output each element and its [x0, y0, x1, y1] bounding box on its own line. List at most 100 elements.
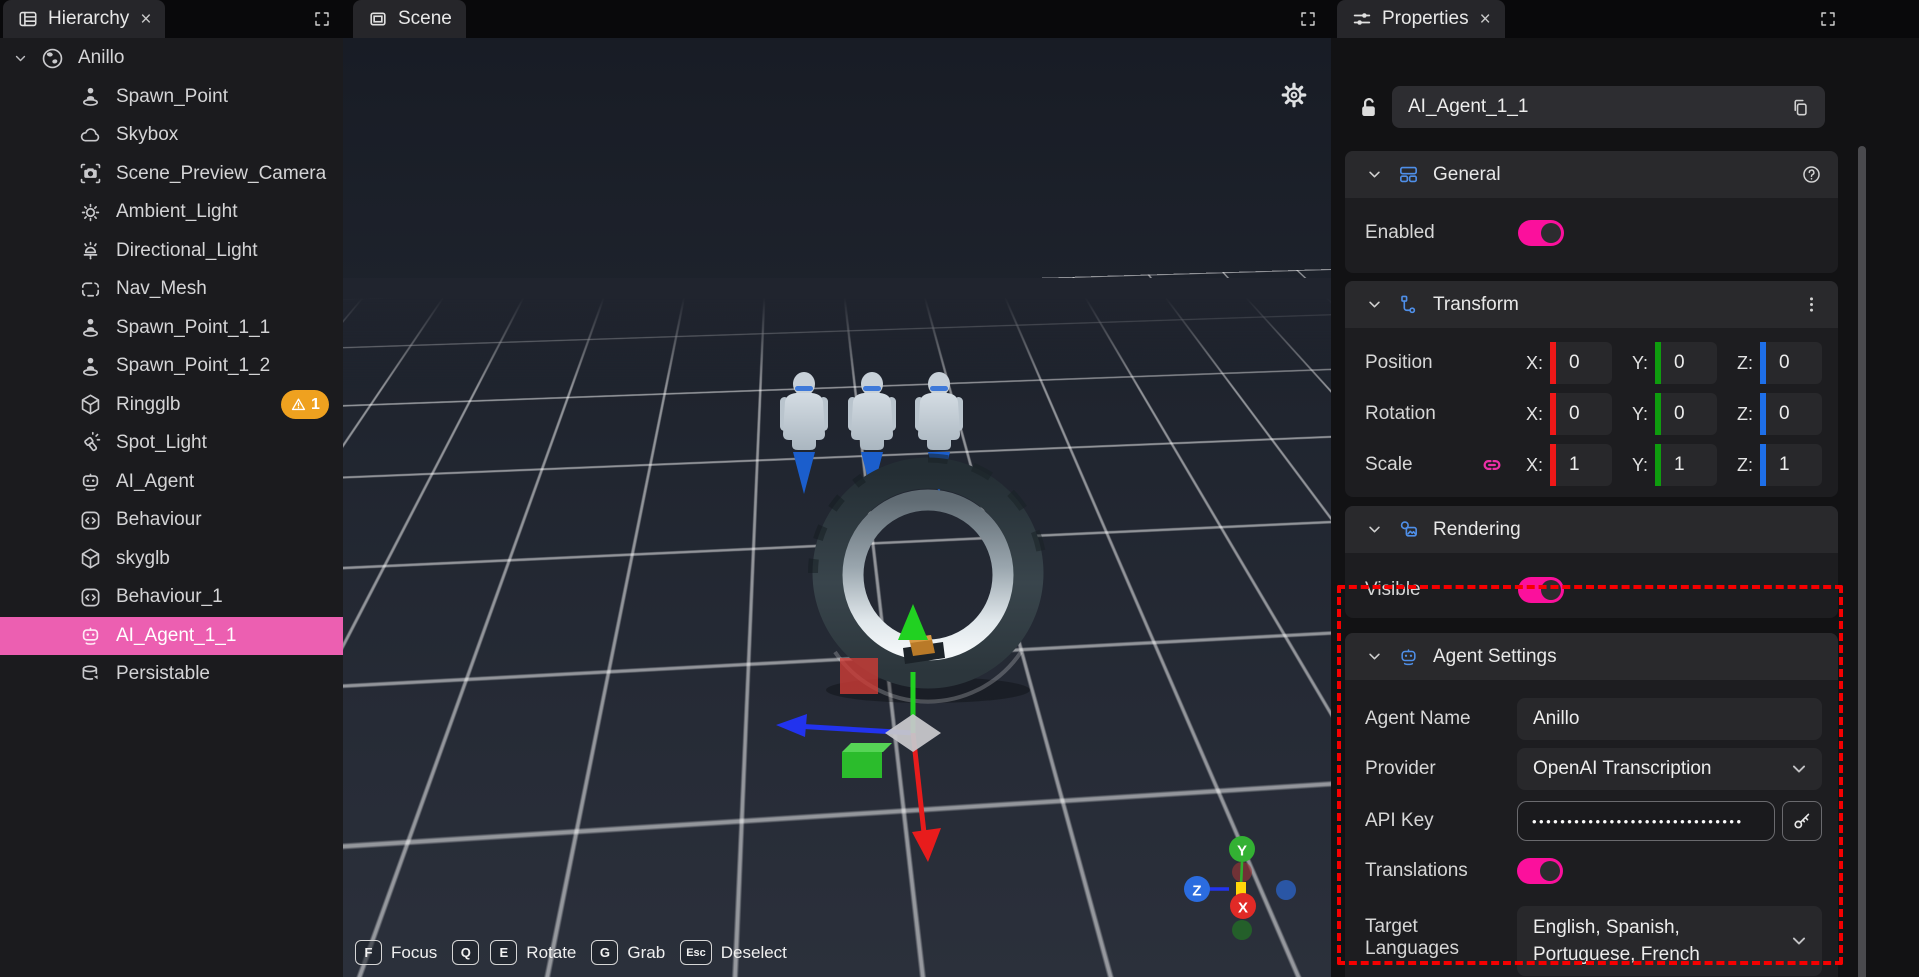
close-icon[interactable]: ×	[1480, 10, 1491, 29]
expand-viewport-icon[interactable]	[1299, 10, 1317, 28]
sliders-icon	[1351, 8, 1373, 30]
shortcut-Q: Q	[452, 940, 479, 965]
visible-toggle[interactable]	[1518, 577, 1564, 603]
tree-item-Skybox[interactable]: Skybox	[0, 116, 343, 155]
section-header[interactable]: General	[1345, 151, 1838, 198]
cube-icon	[78, 392, 103, 417]
tree-item-Anillo[interactable]: Anillo	[0, 39, 343, 78]
shortcut-F: FFocus	[355, 940, 441, 965]
tree-item-Persistable[interactable]: Persistable	[0, 655, 343, 694]
target-languages-select[interactable]: English, Spanish, Portuguese, French	[1517, 906, 1822, 976]
tab-hierarchy[interactable]: Hierarchy ×	[3, 0, 165, 38]
scene-viewport[interactable]: Y Z X FFocusQERotateGGrabEscDeselect	[343, 38, 1331, 977]
tree-item-Ambient_Light[interactable]: Ambient_Light	[0, 193, 343, 232]
axis-orientation-gizmo[interactable]: Y Z X	[1184, 836, 1296, 940]
properties-scrollbar[interactable]	[1858, 86, 1866, 969]
tree-item-AI_Agent[interactable]: AI_Agent	[0, 463, 343, 502]
link-scale-icon[interactable]	[1479, 452, 1505, 478]
key-Esc: Esc	[680, 940, 712, 965]
rotation-z-input[interactable]: 0	[1766, 393, 1822, 435]
api-key-input[interactable]: ••••••••••••••••••••••••••••••	[1517, 801, 1775, 841]
section-agent-settings: Agent SettingsAgent NameAnilloProviderOp…	[1345, 633, 1838, 977]
chevron-down-icon[interactable]	[1788, 930, 1810, 952]
chevron-down-icon[interactable]	[1365, 165, 1384, 184]
object-name-row: AI_Agent_1_1	[1331, 84, 1919, 130]
property-label: Enabled	[1365, 222, 1518, 244]
close-icon[interactable]: ×	[140, 10, 151, 29]
section-header[interactable]: Transform	[1345, 281, 1838, 328]
copy-icon[interactable]	[1790, 97, 1811, 118]
axis-field: X:0	[1521, 342, 1612, 384]
agent-name-input[interactable]: Anillo	[1517, 698, 1822, 740]
tree-item-label: Anillo	[78, 47, 343, 69]
shortcut-label: Deselect	[721, 943, 787, 963]
tree-item-Spawn_Point[interactable]: Spawn_Point	[0, 78, 343, 117]
tree-item-Nav_Mesh[interactable]: Nav_Mesh	[0, 270, 343, 309]
tree-item-Spot_Light[interactable]: Spot_Light	[0, 424, 343, 463]
axis-z-label: Z	[1192, 882, 1201, 899]
scrollbar-thumb[interactable]	[1858, 146, 1866, 977]
position-y-input[interactable]: 0	[1661, 342, 1717, 384]
tree-item-skyglb[interactable]: skyglb	[0, 540, 343, 579]
property-label: Scale	[1365, 454, 1479, 476]
tab-properties[interactable]: Properties ×	[1337, 0, 1505, 38]
tab-scene[interactable]: Scene	[353, 0, 466, 38]
expand-panel-icon[interactable]	[313, 10, 331, 28]
more-options-icon[interactable]	[1801, 294, 1822, 315]
axis-field: Y:0	[1626, 393, 1717, 435]
tree-item-Directional_Light[interactable]: Directional_Light	[0, 232, 343, 271]
tree-item-label: Behaviour_1	[116, 586, 343, 608]
enabled-toggle[interactable]	[1518, 220, 1564, 246]
chevron-down-icon[interactable]	[12, 50, 29, 67]
scale-z-input[interactable]: 1	[1766, 444, 1822, 486]
shortcut-Esc: Esc Deselect	[680, 940, 791, 965]
position-x-input[interactable]: 0	[1556, 342, 1612, 384]
viewport-settings-gear-icon[interactable]	[1279, 80, 1309, 110]
field-control: English, Spanish, Portuguese, French	[1517, 906, 1822, 976]
rotation-y-input[interactable]: 0	[1661, 393, 1717, 435]
provider-select[interactable]: OpenAI Transcription	[1517, 748, 1822, 790]
chevron-down-icon[interactable]	[1365, 647, 1384, 666]
robot-icon	[78, 469, 103, 494]
tree-item-Spawn_Point_1_2[interactable]: Spawn_Point_1_2	[0, 347, 343, 386]
tree-item-Spawn_Point_1_1[interactable]: Spawn_Point_1_1	[0, 309, 343, 348]
axis-field: Z:0	[1731, 342, 1822, 384]
tree-item-AI_Agent_1_1[interactable]: AI_Agent_1_1	[0, 617, 343, 656]
object-name-field[interactable]: AI_Agent_1_1	[1392, 86, 1825, 128]
tree-item-Scene_Preview_Camera[interactable]: Scene_Preview_Camera	[0, 155, 343, 194]
section-header[interactable]: Agent Settings	[1345, 633, 1838, 680]
help-icon[interactable]	[1801, 164, 1822, 185]
gizmo-arrow-x[interactable]	[912, 828, 941, 862]
gizmo-plane-y[interactable]	[842, 752, 882, 778]
gizmo-arrow-z[interactable]	[776, 714, 807, 737]
globe-icon	[40, 46, 65, 71]
position-z-input[interactable]: 0	[1766, 342, 1822, 384]
tree-item-Behaviour[interactable]: Behaviour	[0, 501, 343, 540]
scene-tab-label: Scene	[398, 8, 452, 30]
warning-badge[interactable]: 1	[281, 390, 329, 419]
tree-item-label: Directional_Light	[116, 240, 343, 262]
tree-item-Ringglb[interactable]: Ringglb1	[0, 386, 343, 425]
property-row: Enabled	[1365, 215, 1822, 251]
scale-x-input[interactable]: 1	[1556, 444, 1612, 486]
scale-y-input[interactable]: 1	[1661, 444, 1717, 486]
expand-properties-icon[interactable]	[1819, 10, 1837, 28]
tree-item-Behaviour_1[interactable]: Behaviour_1	[0, 578, 343, 617]
chevron-down-icon[interactable]	[1365, 520, 1384, 539]
reveal-key-button[interactable]	[1782, 801, 1822, 841]
sun-icon	[78, 200, 103, 225]
cloud-icon	[78, 123, 103, 148]
rotation-x-input[interactable]: 0	[1556, 393, 1612, 435]
tree-item-label: Behaviour	[116, 509, 343, 531]
chevron-down-icon[interactable]	[1365, 295, 1384, 314]
section-header[interactable]: Rendering	[1345, 506, 1838, 553]
gizmo-center-handle[interactable]	[885, 714, 941, 752]
hierarchy-panel: Hierarchy × Anillo Spawn_PointSkyboxScene…	[0, 0, 343, 977]
chevron-down-icon[interactable]	[1788, 758, 1810, 780]
scene-icon	[367, 8, 389, 30]
section-title: Agent Settings	[1433, 646, 1557, 668]
lock-open-icon[interactable]	[1355, 94, 1382, 121]
translations-toggle[interactable]	[1517, 858, 1563, 884]
gizmo-plane-x[interactable]	[840, 658, 878, 694]
gizmo-arrow-y[interactable]	[898, 604, 928, 640]
